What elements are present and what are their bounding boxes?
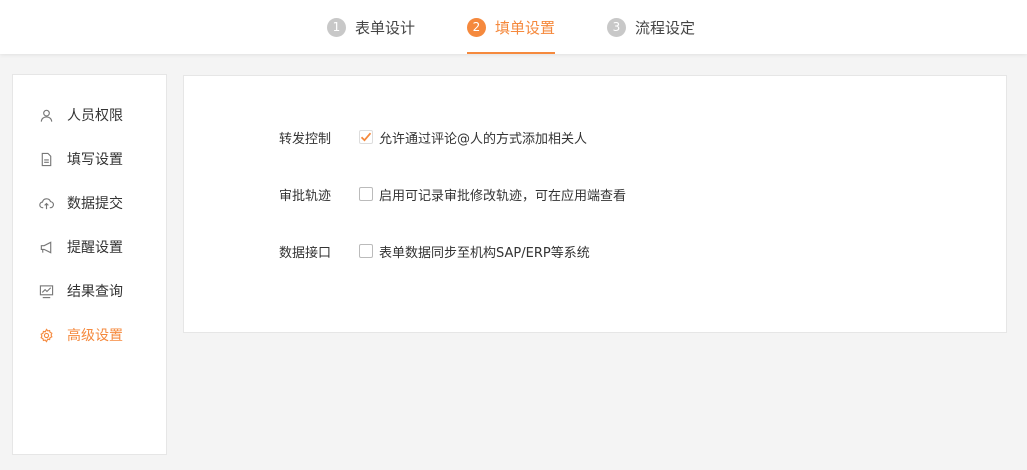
sidebar-item-label: 结果查询: [67, 284, 123, 300]
megaphone-icon: [38, 239, 54, 255]
user-icon: [38, 107, 54, 123]
check-icon: [360, 132, 372, 142]
step-fill-settings[interactable]: 2 填单设置: [467, 0, 556, 54]
sidebar: 人员权限 填写设置 数据提交 提醒设置 结果查询 高级设置: [12, 74, 167, 455]
sidebar-item-label: 人员权限: [67, 108, 123, 124]
sidebar-item-permissions[interactable]: 人员权限: [13, 100, 166, 130]
sidebar-item-label: 高级设置: [67, 328, 123, 344]
step-number-badge: 2: [467, 17, 486, 37]
setting-label: 转发控制: [279, 131, 332, 147]
sidebar-item-reminder[interactable]: 提醒设置: [13, 232, 166, 262]
setting-label: 审批轨迹: [279, 188, 332, 204]
step-label: 填单设置: [495, 18, 556, 37]
gear-icon: [38, 327, 54, 343]
sidebar-item-label: 提醒设置: [67, 240, 123, 256]
setting-description: 允许通过评论@人的方式添加相关人: [379, 131, 588, 147]
approval-trail-checkbox[interactable]: [359, 187, 373, 201]
sidebar-item-label: 数据提交: [67, 196, 123, 212]
sidebar-item-data-submit[interactable]: 数据提交: [13, 188, 166, 218]
sidebar-item-advanced[interactable]: 高级设置: [13, 320, 166, 350]
setting-description: 表单数据同步至机构SAP/ERP等系统: [379, 245, 590, 261]
settings-panel: 转发控制 允许通过评论@人的方式添加相关人 审批轨迹 启用可记录审批修改轨迹，可…: [183, 75, 1007, 333]
data-interface-checkbox[interactable]: [359, 244, 373, 258]
step-form-design[interactable]: 1 表单设计: [327, 0, 415, 54]
forward-control-checkbox[interactable]: [359, 130, 373, 144]
setting-row-approval-trail: 审批轨迹 启用可记录审批修改轨迹，可在应用端查看: [184, 183, 1006, 205]
sidebar-item-result-query[interactable]: 结果查询: [13, 276, 166, 306]
step-label: 表单设计: [355, 18, 416, 37]
setting-description: 启用可记录审批修改轨迹，可在应用端查看: [379, 188, 627, 204]
sidebar-item-fill-settings[interactable]: 填写设置: [13, 144, 166, 174]
step-number-badge: 3: [607, 17, 626, 37]
step-process-setup[interactable]: 3 流程设定: [607, 0, 695, 54]
step-label: 流程设定: [635, 18, 696, 37]
setting-row-forward-control: 转发控制 允许通过评论@人的方式添加相关人: [184, 126, 1006, 148]
document-icon: [38, 151, 54, 167]
cloud-upload-icon: [38, 195, 54, 211]
step-number-badge: 1: [327, 17, 346, 37]
step-bar: 1 表单设计 2 填单设置 3 流程设定: [0, 0, 1027, 54]
setting-label: 数据接口: [279, 245, 332, 261]
setting-row-data-interface: 数据接口 表单数据同步至机构SAP/ERP等系统: [184, 240, 1006, 262]
sidebar-item-label: 填写设置: [67, 152, 123, 168]
chart-monitor-icon: [38, 283, 54, 299]
